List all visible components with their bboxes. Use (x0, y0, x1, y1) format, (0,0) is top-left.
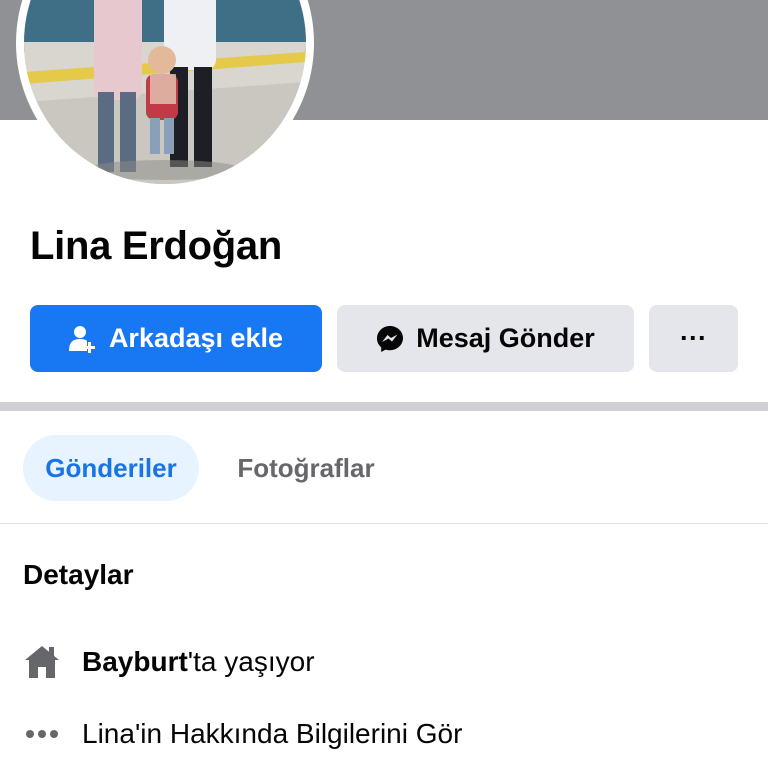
ellipsis-icon (22, 714, 62, 754)
profile-picture[interactable] (24, 0, 306, 184)
send-message-button[interactable]: Mesaj Gönder (337, 305, 634, 372)
add-friend-label: Arkadaşı ekle (108, 323, 284, 353)
details-title: Detaylar (23, 559, 134, 590)
tabs-divider (0, 523, 768, 524)
send-message-label: Mesaj Gönder (416, 323, 595, 353)
profile-page: Lina Erdoğan Arkadaşı ekle Mesaj Gönder … (0, 0, 768, 768)
more-options-button[interactable]: ··· (649, 305, 738, 372)
detail-location: Bayburt'ta yaşıyor (22, 640, 315, 684)
tab-photos-label: Fotoğraflar (237, 452, 375, 483)
messenger-icon (376, 325, 404, 353)
tab-photos[interactable]: Fotoğraflar (220, 435, 392, 501)
profile-picture-frame[interactable] (16, 0, 314, 192)
section-divider (0, 402, 768, 411)
location-suffix: 'ta yaşıyor (187, 646, 315, 677)
add-friend-button[interactable]: Arkadaşı ekle (30, 305, 322, 372)
tab-posts-label: Gönderiler (45, 452, 177, 483)
add-friend-icon (68, 325, 97, 353)
more-dots-icon: ··· (680, 323, 707, 353)
profile-name: Lina Erdoğan (30, 224, 282, 268)
home-icon (22, 642, 62, 682)
profile-photo-image (24, 0, 306, 184)
about-info-link[interactable]: Lina'in Hakkında Bilgilerini Gör (22, 712, 462, 756)
about-info-label: Lina'in Hakkında Bilgilerini Gör (82, 718, 463, 749)
tab-posts[interactable]: Gönderiler (23, 435, 199, 501)
location-city[interactable]: Bayburt (82, 646, 188, 677)
